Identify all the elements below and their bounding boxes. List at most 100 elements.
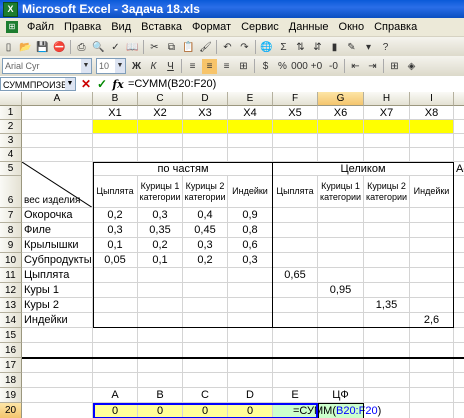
- cell-formula-edit[interactable]: =СУММ(B20:F20): [293, 403, 383, 418]
- row-header-7[interactable]: 7: [0, 208, 22, 223]
- cell[interactable]: [183, 313, 228, 328]
- cell[interactable]: [228, 328, 273, 343]
- borders-icon[interactable]: ⊞: [387, 59, 402, 74]
- cell[interactable]: [183, 358, 228, 373]
- cell[interactable]: [454, 343, 464, 358]
- column-header-h[interactable]: H: [364, 92, 410, 106]
- name-box[interactable]: СУММПРОИЗВ ▼: [0, 77, 76, 91]
- column-header-f[interactable]: F: [273, 92, 318, 106]
- cell-result-yellow[interactable]: [318, 120, 364, 134]
- cell[interactable]: [22, 403, 93, 418]
- copy-icon[interactable]: ⧉: [164, 40, 179, 55]
- cell[interactable]: [138, 283, 183, 298]
- new-icon[interactable]: ▯: [1, 40, 16, 55]
- cell[interactable]: [364, 268, 410, 283]
- cell-row-label[interactable]: Куры 2: [22, 298, 93, 313]
- cell[interactable]: [228, 343, 273, 358]
- cell[interactable]: [410, 268, 454, 283]
- column-header-e[interactable]: E: [228, 92, 273, 106]
- cell-subheader[interactable]: Индейки: [410, 176, 454, 208]
- redo-icon[interactable]: ↷: [237, 40, 252, 55]
- cell[interactable]: [410, 283, 454, 298]
- cell[interactable]: [410, 298, 454, 313]
- sort-desc-icon[interactable]: ⇵: [310, 40, 325, 55]
- cell[interactable]: [318, 253, 364, 268]
- cell-var-label[interactable]: D: [228, 388, 273, 403]
- sort-asc-icon[interactable]: ⇅: [293, 40, 308, 55]
- row-header-10[interactable]: 10: [0, 253, 22, 268]
- cell-row-label[interactable]: Крылышки: [22, 238, 93, 253]
- row-header-13[interactable]: 13: [0, 298, 22, 313]
- cell[interactable]: [93, 343, 138, 358]
- cell[interactable]: [318, 298, 364, 313]
- cell-subheader[interactable]: Курицы 2 категории: [183, 176, 228, 208]
- autosum-icon[interactable]: Σ: [276, 40, 291, 55]
- cell-row-label[interactable]: Окорочка: [22, 208, 93, 223]
- cell[interactable]: [410, 208, 454, 223]
- cell[interactable]: [22, 134, 93, 148]
- cell[interactable]: [22, 120, 93, 134]
- cell-x-header[interactable]: X8: [410, 106, 454, 120]
- document-icon[interactable]: ⊞: [6, 21, 18, 33]
- cell-var-label[interactable]: A: [93, 388, 138, 403]
- cell-value[interactable]: 0,2: [138, 238, 183, 253]
- menu-help[interactable]: Справка: [369, 21, 422, 33]
- cell-value[interactable]: 0,95: [318, 283, 364, 298]
- cell[interactable]: [22, 373, 93, 388]
- insert-function-icon[interactable]: fx: [112, 78, 124, 91]
- cell-value[interactable]: 0,9: [228, 208, 273, 223]
- font-name-combo[interactable]: Arial Cyr ▼: [2, 58, 92, 74]
- cell-subheader[interactable]: Курицы 2 категории: [364, 176, 410, 208]
- cell-variable[interactable]: 0: [183, 403, 228, 418]
- cell-x-header[interactable]: X2: [138, 106, 183, 120]
- column-header-b[interactable]: B: [93, 92, 138, 106]
- cell-value[interactable]: 0,35: [138, 223, 183, 238]
- select-all-corner[interactable]: [0, 92, 22, 106]
- bold-icon[interactable]: Ж: [129, 59, 144, 74]
- cell[interactable]: [138, 268, 183, 283]
- cell[interactable]: [454, 176, 464, 208]
- cell[interactable]: [318, 358, 364, 373]
- cell-value[interactable]: 0,2: [183, 253, 228, 268]
- cell-value[interactable]: 2,6: [410, 313, 454, 328]
- cell[interactable]: [228, 283, 273, 298]
- cell[interactable]: [364, 238, 410, 253]
- print-preview-icon[interactable]: 🔍: [91, 40, 106, 55]
- cell[interactable]: [273, 223, 318, 238]
- cell[interactable]: [183, 328, 228, 343]
- row-header-19[interactable]: 19: [0, 388, 22, 403]
- cell-x-header[interactable]: X4: [228, 106, 273, 120]
- menu-tools[interactable]: Сервис: [236, 21, 284, 33]
- menu-data[interactable]: Данные: [284, 21, 334, 33]
- percent-icon[interactable]: %: [275, 59, 290, 74]
- cell[interactable]: [410, 223, 454, 238]
- cell[interactable]: [318, 148, 364, 162]
- cell[interactable]: [93, 373, 138, 388]
- cell[interactable]: [410, 388, 454, 403]
- cell-value[interactable]: 0,3: [183, 238, 228, 253]
- cell[interactable]: [183, 268, 228, 283]
- cell[interactable]: [318, 313, 364, 328]
- cell-variable[interactable]: 0: [228, 403, 273, 418]
- cell-value[interactable]: 0,45: [183, 223, 228, 238]
- row-header-8[interactable]: 8: [0, 223, 22, 238]
- align-center-icon[interactable]: ≡: [202, 58, 217, 74]
- currency-icon[interactable]: $: [258, 59, 273, 74]
- cell-result-yellow[interactable]: [93, 120, 138, 134]
- formula-input[interactable]: =СУММ(B20:F20): [128, 78, 216, 90]
- cell[interactable]: [22, 343, 93, 358]
- cell[interactable]: [138, 358, 183, 373]
- cell[interactable]: [318, 328, 364, 343]
- cell-variable[interactable]: 0: [93, 403, 138, 418]
- cell[interactable]: [454, 373, 464, 388]
- row-header-6[interactable]: 6: [0, 176, 22, 208]
- cell[interactable]: [273, 313, 318, 328]
- cell[interactable]: [454, 223, 464, 238]
- cell-row-label[interactable]: Индейки: [22, 313, 93, 328]
- row-header-15[interactable]: 15: [0, 328, 22, 343]
- cell[interactable]: [454, 208, 464, 223]
- row-header-17[interactable]: 17: [0, 358, 22, 373]
- cell-subheader[interactable]: Цыплята: [273, 176, 318, 208]
- cell[interactable]: [228, 358, 273, 373]
- cell[interactable]: [183, 134, 228, 148]
